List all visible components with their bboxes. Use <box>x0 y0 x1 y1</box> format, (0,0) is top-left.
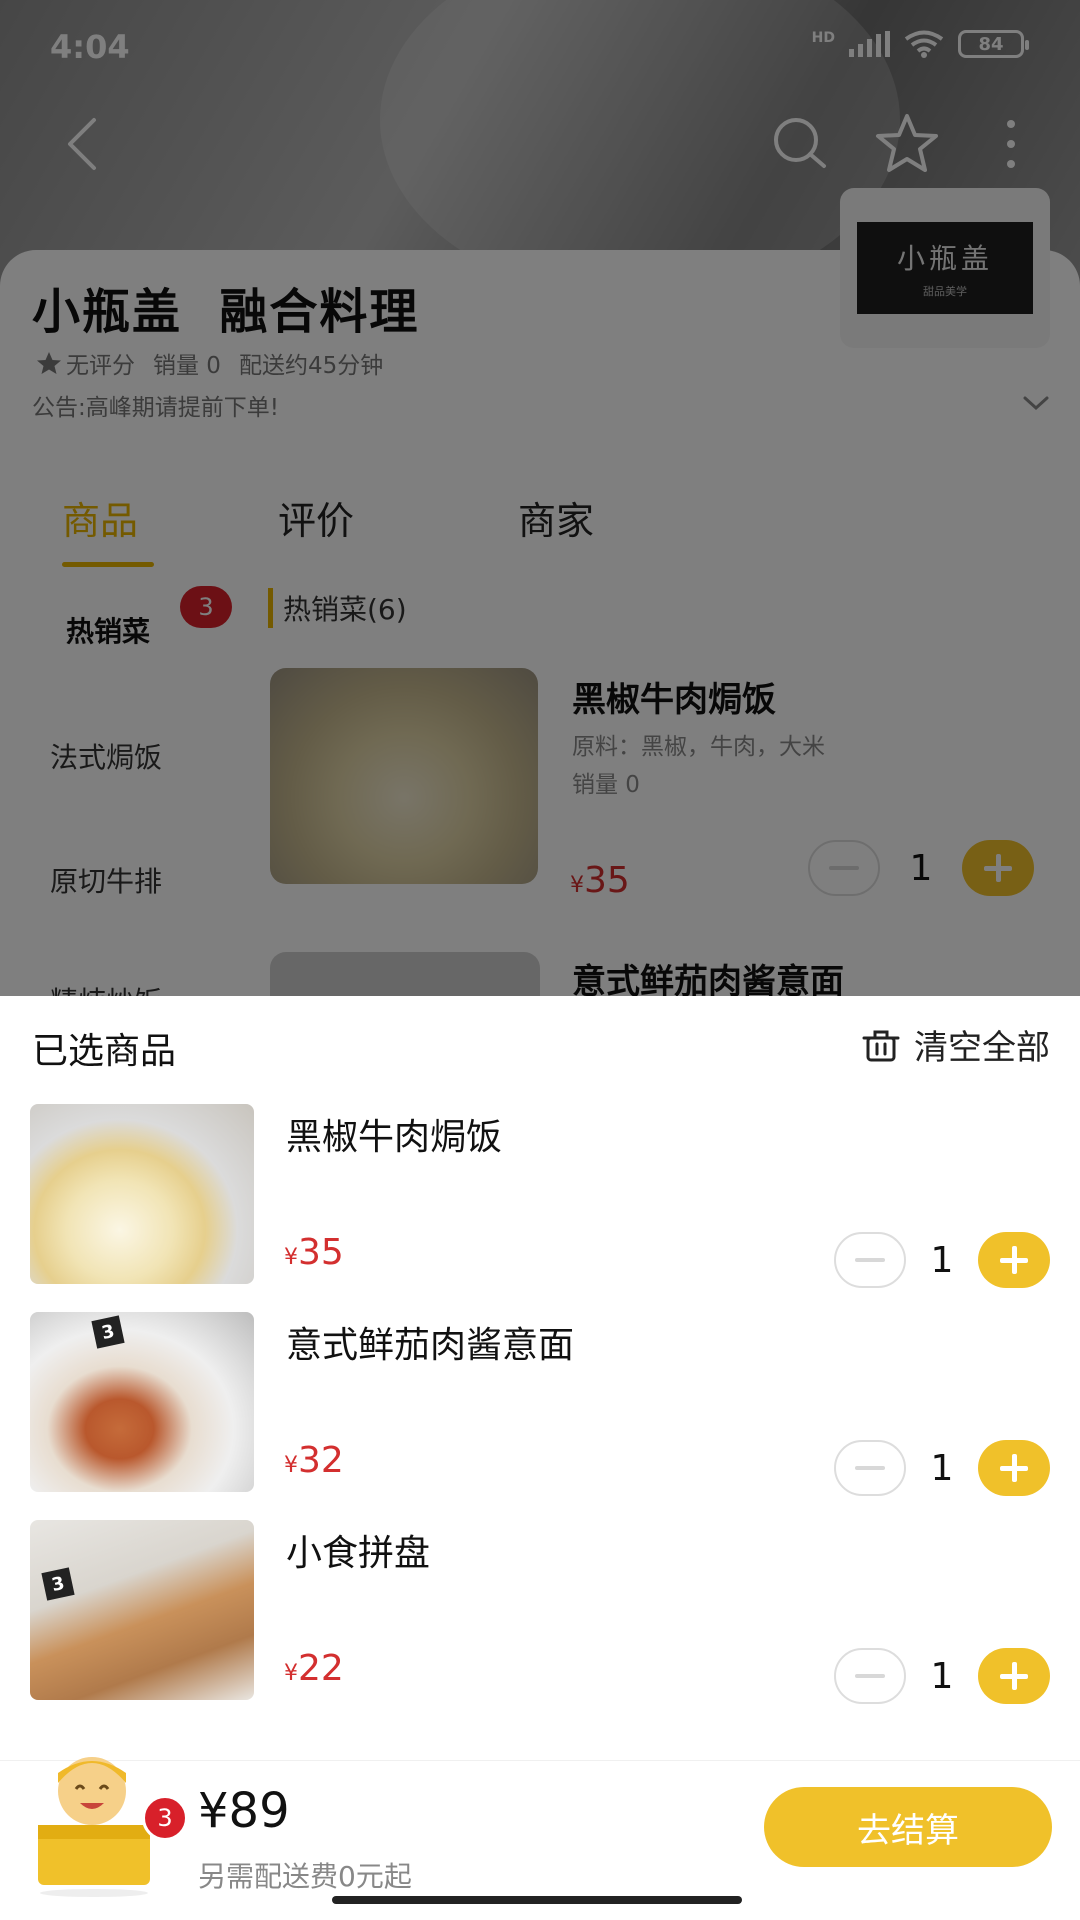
cart-total: ¥89 <box>198 1783 290 1839</box>
quantity: 1 <box>930 1239 954 1281</box>
plus-button[interactable] <box>978 1232 1050 1288</box>
home-indicator[interactable] <box>332 1896 742 1904</box>
cart-item-image <box>30 1104 254 1284</box>
plus-button[interactable] <box>978 1440 1050 1496</box>
minus-button[interactable] <box>834 1232 906 1288</box>
minus-icon <box>855 1258 885 1262</box>
delivery-fee-note: 另需配送费0元起 <box>198 1860 412 1893</box>
cart-mascot-icon[interactable] <box>30 1747 160 1897</box>
quantity: 1 <box>930 1655 954 1697</box>
checkout-button[interactable]: 去结算 <box>764 1787 1052 1867</box>
minus-icon <box>855 1674 885 1678</box>
trash-icon <box>862 1030 900 1061</box>
table-tag-icon: 3 <box>41 1567 75 1601</box>
minus-button[interactable] <box>834 1648 906 1704</box>
cart-title: 已选商品 <box>32 1031 177 1072</box>
cart-item-image: 3 <box>30 1312 254 1492</box>
minus-icon <box>855 1466 885 1470</box>
cart-item-price: ¥22 <box>284 1648 344 1689</box>
quantity-stepper: 1 <box>834 1232 1050 1288</box>
quantity-stepper: 1 <box>834 1440 1050 1496</box>
cart-item-name: 意式鲜茄肉酱意面 <box>286 1325 575 1366</box>
cart-item-price: ¥32 <box>284 1440 344 1481</box>
cart-item: 黑椒牛肉焗饭 ¥35 1 <box>0 1104 1080 1294</box>
clear-all-label: 清空全部 <box>914 1028 1050 1068</box>
cart-item: 3 意式鲜茄肉酱意面 ¥32 1 <box>0 1312 1080 1502</box>
cart-item: 3 小食拼盘 ¥22 1 <box>0 1520 1080 1710</box>
minus-button[interactable] <box>834 1440 906 1496</box>
cart-item-name: 黑椒牛肉焗饭 <box>286 1117 503 1158</box>
plus-button[interactable] <box>978 1648 1050 1704</box>
quantity-stepper: 1 <box>834 1648 1050 1704</box>
cart-item-price: ¥35 <box>284 1232 344 1273</box>
table-tag-icon: 3 <box>91 1315 125 1349</box>
modal-overlay[interactable] <box>0 0 1080 996</box>
cart-item-image: 3 <box>30 1520 254 1700</box>
cart-item-name: 小食拼盘 <box>286 1533 431 1574</box>
clear-all-button[interactable]: 清空全部 <box>862 1020 1050 1069</box>
cart-count-badge: 3 <box>142 1795 188 1841</box>
quantity: 1 <box>930 1447 954 1489</box>
